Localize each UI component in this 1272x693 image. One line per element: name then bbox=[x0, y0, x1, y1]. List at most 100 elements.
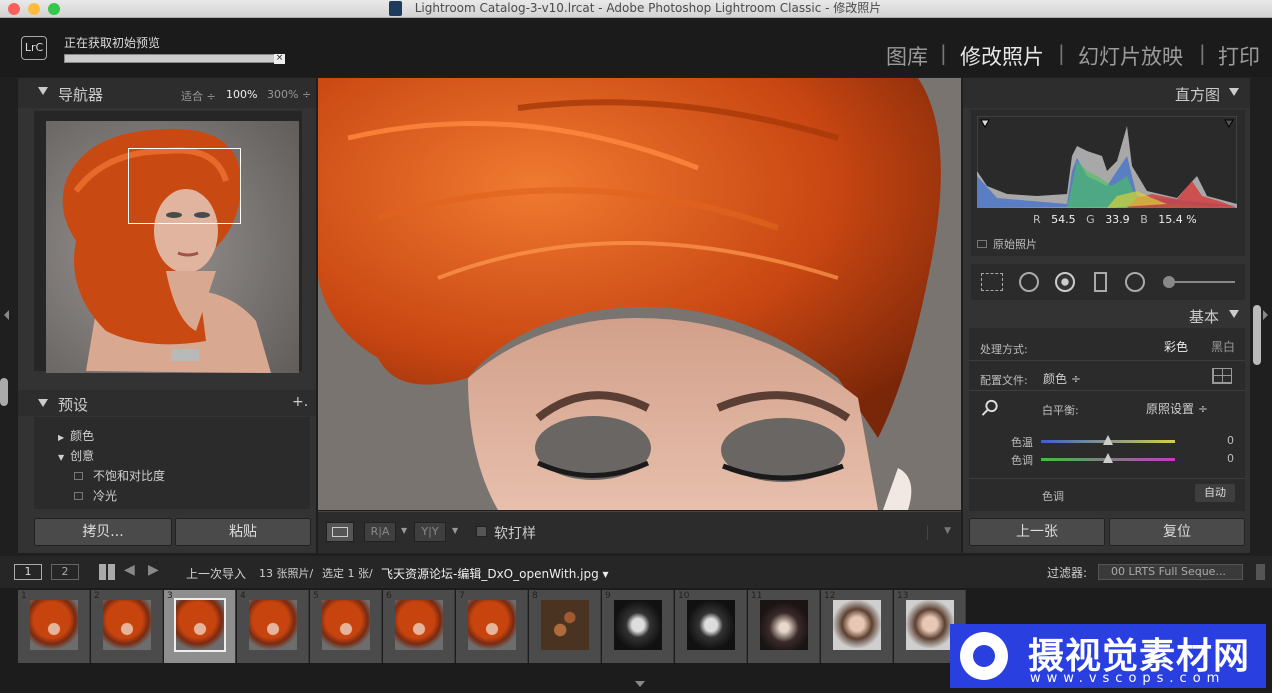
paste-button[interactable]: 粘贴 bbox=[175, 518, 311, 546]
collapse-triangle-icon[interactable] bbox=[1229, 310, 1239, 318]
filter-dropdown[interactable]: 00 LRTS Full Seque... bbox=[1098, 564, 1243, 580]
filmstrip-thumbnail[interactable] bbox=[906, 600, 954, 650]
before-after-lr-button[interactable]: R|A bbox=[364, 522, 396, 542]
filmstrip-cell[interactable]: 6 bbox=[383, 590, 455, 663]
tint-slider-thumb[interactable] bbox=[1103, 453, 1113, 463]
filmstrip-cell[interactable]: 1 bbox=[18, 590, 90, 663]
source-label[interactable]: 上一次导入 bbox=[186, 565, 246, 582]
filmstrip-cell[interactable]: 3 bbox=[164, 590, 236, 663]
previous-button[interactable]: 上一张 bbox=[969, 518, 1105, 546]
loupe-view-button[interactable] bbox=[326, 522, 354, 542]
chevron-down-icon[interactable]: ▼ bbox=[452, 526, 458, 535]
preset-group-color[interactable]: ▶ 颜色 bbox=[58, 427, 94, 444]
minimize-window-button[interactable] bbox=[28, 3, 40, 15]
filmstrip-cell[interactable]: 4 bbox=[237, 590, 309, 663]
right-panel-toggle-icon[interactable] bbox=[1263, 310, 1268, 320]
filmstrip-cell[interactable]: 2 bbox=[91, 590, 163, 663]
histogram-header[interactable]: 直方图 bbox=[963, 78, 1250, 108]
histogram-chart[interactable] bbox=[977, 116, 1237, 208]
collapse-triangle-icon[interactable] bbox=[38, 87, 48, 95]
profile-browser-icon[interactable] bbox=[1212, 368, 1232, 384]
profile-dropdown[interactable]: 颜色 ÷ bbox=[1043, 370, 1081, 387]
toolbar-menu-icon[interactable]: ▼ bbox=[927, 526, 951, 540]
filmstrip-thumbnail[interactable] bbox=[541, 600, 589, 650]
zoom-window-button[interactable] bbox=[48, 3, 60, 15]
filmstrip-cell[interactable]: 11 bbox=[748, 590, 820, 663]
chevron-down-icon[interactable]: ▼ bbox=[401, 526, 407, 535]
zoom-area-rectangle[interactable] bbox=[128, 148, 241, 224]
temp-slider-thumb[interactable] bbox=[1103, 435, 1113, 445]
reset-button[interactable]: 复位 bbox=[1109, 518, 1245, 546]
module-develop[interactable]: 修改照片 bbox=[960, 41, 1044, 71]
navigator-preview-image[interactable] bbox=[46, 121, 299, 373]
radial-filter-icon[interactable] bbox=[1125, 272, 1145, 292]
grid-view-icon[interactable] bbox=[99, 564, 115, 580]
filmstrip-thumbnail[interactable] bbox=[249, 600, 297, 650]
crop-tool-icon[interactable] bbox=[981, 273, 1003, 291]
wb-dropdown[interactable]: 原照设置 ÷ bbox=[1146, 400, 1208, 417]
tint-value[interactable]: 0 bbox=[1227, 452, 1234, 465]
main-photo bbox=[318, 78, 961, 510]
zoom-100-option[interactable]: 100% bbox=[226, 88, 257, 101]
left-scroll-handle[interactable] bbox=[0, 378, 8, 406]
close-window-button[interactable] bbox=[8, 3, 20, 15]
filmstrip-cell[interactable]: 8 bbox=[529, 590, 601, 663]
spot-removal-icon[interactable] bbox=[1019, 272, 1039, 292]
module-slideshow[interactable]: 幻灯片放映 bbox=[1078, 41, 1183, 71]
filmstrip-thumbnail[interactable] bbox=[760, 600, 808, 650]
filmstrip-thumbnail[interactable] bbox=[174, 598, 226, 652]
temp-value[interactable]: 0 bbox=[1227, 434, 1234, 447]
filmstrip-cell[interactable]: 12 bbox=[821, 590, 893, 663]
right-scroll-handle[interactable] bbox=[1253, 305, 1261, 365]
filmstrip-cell[interactable]: 9 bbox=[602, 590, 674, 663]
presets-header[interactable]: 预设 +. bbox=[18, 390, 316, 416]
filmstrip-thumbnail[interactable] bbox=[322, 600, 370, 650]
back-arrow-icon[interactable]: ◀ bbox=[124, 562, 135, 578]
basic-header[interactable]: 基本 bbox=[963, 304, 1250, 326]
auto-tone-button[interactable]: 自动 bbox=[1195, 484, 1235, 502]
main-photo-view[interactable] bbox=[318, 78, 961, 510]
filmstrip-cell[interactable]: 7 bbox=[456, 590, 528, 663]
zoom-300-option[interactable]: 300% ÷ bbox=[267, 88, 311, 101]
red-eye-icon[interactable] bbox=[1055, 272, 1075, 292]
collapse-triangle-icon[interactable] bbox=[1229, 88, 1239, 96]
primary-display-button[interactable]: 1 bbox=[14, 564, 42, 580]
filmstrip-cell[interactable]: 10 bbox=[675, 590, 747, 663]
treatment-color-option[interactable]: 彩色 bbox=[1164, 338, 1188, 355]
filmstrip-thumbnail[interactable] bbox=[468, 600, 516, 650]
preset-item[interactable]: 不饱和对比度 bbox=[74, 467, 165, 484]
filmstrip-thumbnail[interactable] bbox=[395, 600, 443, 650]
zoom-fit-option[interactable]: 适合 ÷ bbox=[181, 88, 216, 104]
filmstrip-thumbnail[interactable] bbox=[614, 600, 662, 650]
module-library[interactable]: 图库 bbox=[886, 41, 928, 71]
filmstrip-thumbnail[interactable] bbox=[687, 600, 735, 650]
soft-proof-label: 软打样 bbox=[494, 526, 536, 542]
filename-dropdown[interactable]: 飞天资源论坛-编辑_DxO_openWith.jpg ▾ bbox=[381, 565, 609, 582]
left-panel-toggle-icon[interactable] bbox=[4, 310, 9, 320]
graduated-filter-icon[interactable] bbox=[1094, 272, 1107, 292]
copy-button[interactable]: 拷贝... bbox=[34, 518, 172, 546]
treatment-bw-option[interactable]: 黑白 bbox=[1211, 338, 1235, 355]
module-separator: | bbox=[1199, 41, 1206, 65]
secondary-display-button[interactable]: 2 bbox=[51, 564, 79, 580]
filmstrip-thumbnail[interactable] bbox=[30, 600, 78, 650]
before-after-yy-button[interactable]: Y|Y bbox=[414, 522, 446, 542]
soft-proof-checkbox[interactable] bbox=[476, 526, 487, 537]
cancel-progress-icon[interactable]: × bbox=[274, 54, 285, 64]
original-photo-toggle[interactable]: 原始照片 bbox=[977, 236, 1037, 252]
filmstrip-cell-number: 6 bbox=[386, 591, 392, 601]
filmstrip-cell[interactable]: 5 bbox=[310, 590, 382, 663]
adjustment-brush-icon[interactable] bbox=[1163, 273, 1237, 291]
filter-lock-icon[interactable] bbox=[1256, 564, 1265, 580]
add-preset-icon[interactable]: +. bbox=[292, 394, 308, 410]
module-print[interactable]: 打印 bbox=[1218, 41, 1260, 71]
forward-arrow-icon[interactable]: ▶ bbox=[148, 562, 159, 578]
filmstrip-thumbnail[interactable] bbox=[833, 600, 881, 650]
preset-group-creative[interactable]: ▼ 创意 bbox=[58, 447, 94, 464]
bottom-panel-toggle-icon[interactable] bbox=[635, 681, 645, 687]
collapse-triangle-icon[interactable] bbox=[38, 399, 48, 407]
navigator-header[interactable]: 导航器 适合 ÷ 100% 300% ÷ bbox=[18, 78, 316, 108]
preset-item[interactable]: 冷光 bbox=[74, 487, 117, 504]
filmstrip-thumbnail[interactable] bbox=[103, 600, 151, 650]
eyedropper-icon[interactable]: ⚲ bbox=[975, 394, 1004, 423]
